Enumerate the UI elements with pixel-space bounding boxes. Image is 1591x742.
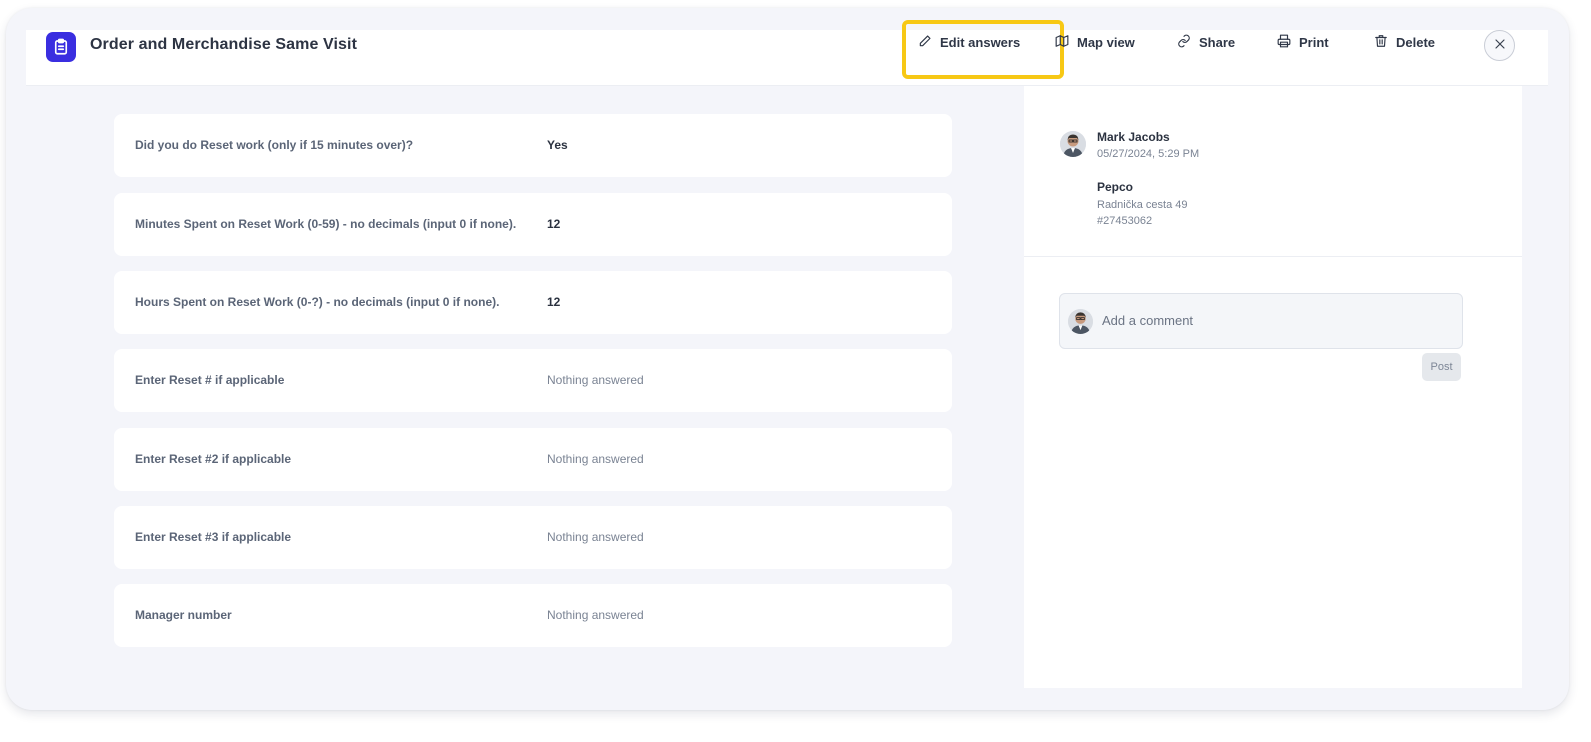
close-icon	[1494, 37, 1506, 55]
trash-icon	[1374, 34, 1388, 51]
share-button[interactable]: Share	[1177, 34, 1235, 51]
store-address: Radnička cesta 49	[1097, 199, 1188, 211]
question-label: Manager number	[135, 608, 232, 622]
question-label: Enter Reset #2 if applicable	[135, 452, 292, 466]
header-bar: Order and Merchandise Same Visit Edit an…	[26, 20, 1548, 86]
pencil-icon	[918, 34, 932, 51]
question-label: Hours Spent on Reset Work (0-?) - no dec…	[135, 295, 500, 309]
clipboard-icon	[46, 32, 76, 62]
answer-row: Manager number Nothing answered	[114, 584, 952, 647]
answer-value: Nothing answered	[547, 452, 644, 466]
details-panel: Mark Jacobs 05/27/2024, 5:29 PM Pepco Ra…	[1024, 86, 1522, 688]
answer-row: Enter Reset #3 if applicable Nothing ans…	[114, 506, 952, 569]
answer-value: 12	[547, 217, 561, 231]
post-button[interactable]: Post	[1422, 353, 1461, 381]
map-icon	[1055, 34, 1069, 51]
answer-row: Minutes Spent on Reset Work (0-59) - no …	[114, 193, 952, 256]
link-icon	[1177, 34, 1191, 51]
divider	[1024, 256, 1522, 257]
printer-icon	[1277, 34, 1291, 51]
close-button[interactable]	[1484, 30, 1515, 61]
avatar	[1060, 131, 1086, 157]
delete-label: Delete	[1396, 35, 1436, 50]
comment-box[interactable]	[1059, 293, 1463, 349]
question-label: Enter Reset # if applicable	[135, 373, 285, 387]
delete-button[interactable]: Delete	[1374, 34, 1435, 51]
store-id: #27453062	[1097, 215, 1153, 227]
submission-date: 05/27/2024, 5:29 PM	[1097, 148, 1200, 160]
print-button[interactable]: Print	[1277, 34, 1329, 51]
comment-input[interactable]	[1102, 313, 1442, 328]
answer-value: Nothing answered	[547, 608, 644, 622]
answer-value: Yes	[547, 138, 568, 152]
answer-row: Hours Spent on Reset Work (0-?) - no dec…	[114, 271, 952, 334]
answer-row: Enter Reset #2 if applicable Nothing ans…	[114, 428, 952, 491]
page-title: Order and Merchandise Same Visit	[90, 36, 358, 53]
answer-row: Did you do Reset work (only if 15 minute…	[114, 114, 952, 177]
edit-answers-button[interactable]: Edit answers	[918, 34, 1020, 51]
question-label: Minutes Spent on Reset Work (0-59) - no …	[135, 217, 517, 231]
store-name: Pepco	[1097, 180, 1134, 194]
question-label: Did you do Reset work (only if 15 minute…	[135, 138, 414, 152]
answer-row: Enter Reset # if applicable Nothing answ…	[114, 349, 952, 412]
print-label: Print	[1299, 35, 1329, 50]
answer-value: Nothing answered	[547, 530, 644, 544]
answer-value: 12	[547, 295, 561, 309]
share-label: Share	[1199, 35, 1236, 50]
map-view-label: Map view	[1077, 35, 1135, 50]
edit-answers-label: Edit answers	[940, 35, 1021, 50]
author-name: Mark Jacobs	[1097, 130, 1170, 144]
avatar	[1068, 309, 1093, 334]
answer-value: Nothing answered	[547, 373, 644, 387]
visit-report-window: Order and Merchandise Same Visit Edit an…	[6, 8, 1569, 710]
map-view-button[interactable]: Map view	[1055, 34, 1135, 51]
question-label: Enter Reset #3 if applicable	[135, 530, 292, 544]
